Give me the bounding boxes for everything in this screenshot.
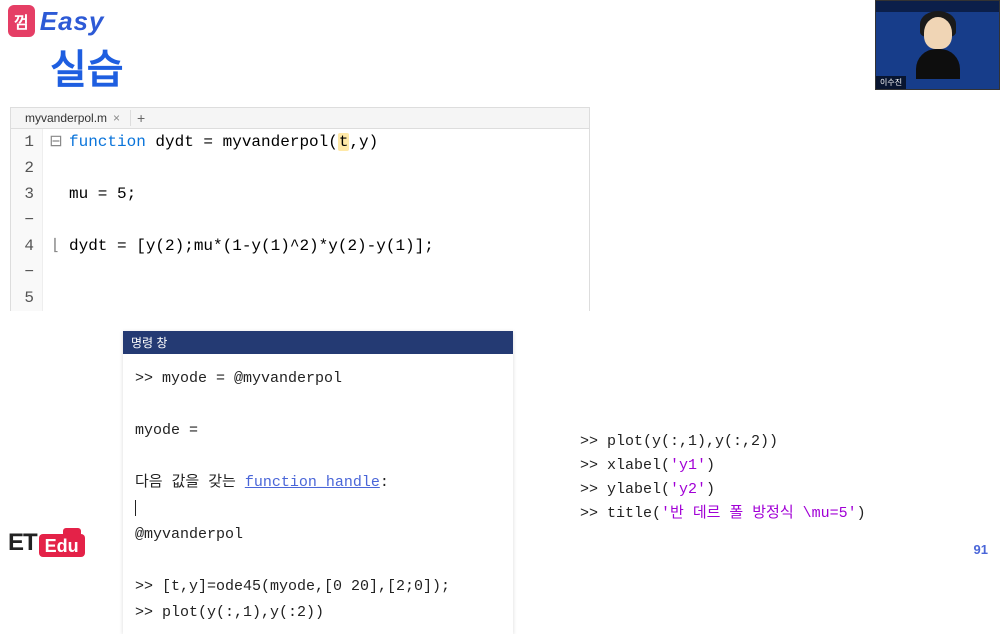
command-window-body[interactable]: >> myode = @myvanderpol myode = 다음 값을 갖는… xyxy=(123,354,513,634)
fold-end-icon: ⌊ xyxy=(43,233,69,285)
terminal-line: >> title('반 데르 폴 방정식 \mu=5') xyxy=(580,502,866,526)
easy-logo-text: Easy xyxy=(40,6,105,37)
line-number: 5 xyxy=(11,285,43,311)
terminal-line: 다음 값을 갖는 function_handle: xyxy=(135,470,501,496)
tab-add-button[interactable]: + xyxy=(130,110,151,126)
presenter-name: 이수진 xyxy=(876,76,906,89)
code-line[interactable]: 2 xyxy=(11,155,589,181)
tab-filename: myvanderpol.m xyxy=(25,111,107,125)
presenter-webcam: 이수진 xyxy=(875,0,1000,90)
command-window: 명령 창 >> myode = @myvanderpol myode = 다음 … xyxy=(123,331,513,634)
right-code-snippet: >> plot(y(:,1),y(:,2)) >> xlabel('y1') >… xyxy=(580,430,866,526)
presenter-figure xyxy=(876,9,999,79)
terminal-line: myode = xyxy=(135,418,501,444)
code-editor: myvanderpol.m × + 1 ⊟ function dydt = my… xyxy=(10,107,590,311)
code-line[interactable]: 5 xyxy=(11,285,589,311)
footer-logo: ET Edu xyxy=(8,529,85,557)
cursor-icon xyxy=(135,500,136,516)
page-title: 실습 xyxy=(0,37,1000,95)
line-number: 1 xyxy=(11,129,43,155)
line-number: 3 − xyxy=(11,181,43,233)
editor-tab[interactable]: myvanderpol.m × xyxy=(19,111,126,125)
page-number: 91 xyxy=(974,542,988,557)
terminal-line: @myvanderpol xyxy=(135,522,501,548)
fold-column xyxy=(43,285,69,311)
code-body: 1 ⊟ function dydt = myvanderpol(t,y) 2 3… xyxy=(10,129,590,311)
terminal-line: >> ylabel('y2') xyxy=(580,478,866,502)
terminal-line: >> plot(y(:,1),y(:,2)) xyxy=(580,430,866,454)
function-handle-link[interactable]: function_handle xyxy=(245,474,380,491)
fold-icon[interactable]: ⊟ xyxy=(43,129,69,155)
editor-tab-bar: myvanderpol.m × + xyxy=(10,107,590,129)
fold-column xyxy=(43,181,69,233)
fold-column xyxy=(43,155,69,181)
code-text: function dydt = myvanderpol(t,y) xyxy=(69,129,589,155)
edu-badge: Edu xyxy=(39,534,85,557)
et-text: ET xyxy=(8,529,37,557)
line-number: 2 xyxy=(11,155,43,181)
terminal-line: >> xlabel('y1') xyxy=(580,454,866,478)
code-line[interactable]: 3 − mu = 5; xyxy=(11,181,589,233)
brand-header: 껌 Easy xyxy=(0,0,1000,42)
code-text: dydt = [y(2);mu*(1-y(1)^2)*y(2)-y(1)]; xyxy=(69,233,589,285)
line-number: 4 − xyxy=(11,233,43,285)
logo-badge: 껌 xyxy=(8,5,35,37)
terminal-line: >> myode = @myvanderpol xyxy=(135,366,501,392)
terminal-line: >> [t,y]=ode45(myode,[0 20],[2;0]); xyxy=(135,574,501,600)
code-line[interactable]: 1 ⊟ function dydt = myvanderpol(t,y) xyxy=(11,129,589,155)
terminal-line: >> plot(y(:,1),y(:2)) xyxy=(135,600,501,626)
code-line[interactable]: 4 − ⌊ dydt = [y(2);mu*(1-y(1)^2)*y(2)-y(… xyxy=(11,233,589,285)
code-text: mu = 5; xyxy=(69,181,589,233)
terminal-line xyxy=(135,496,501,522)
tab-close-icon[interactable]: × xyxy=(113,111,120,125)
command-window-title: 명령 창 xyxy=(123,331,513,354)
